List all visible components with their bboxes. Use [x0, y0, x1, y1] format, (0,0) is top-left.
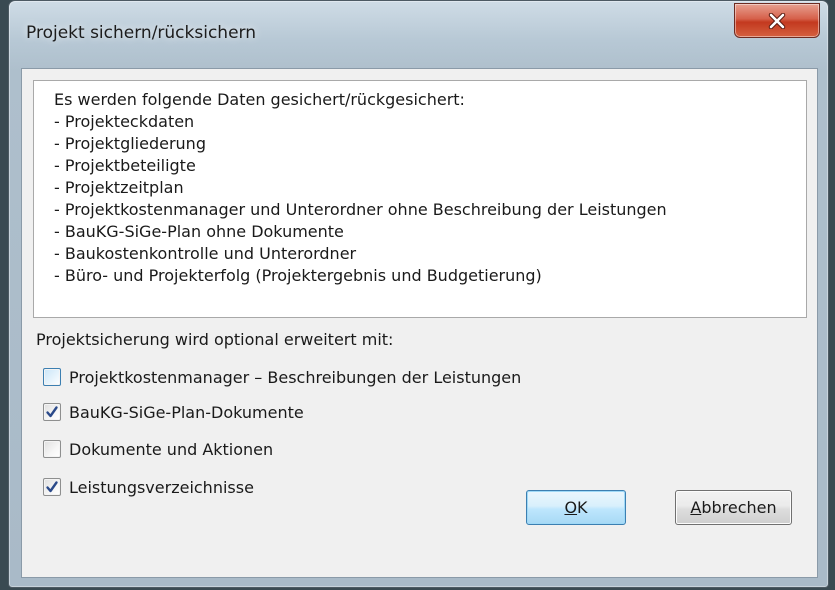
info-heading: Es werden folgende Daten gesichert/rückg…: [54, 90, 465, 109]
close-button[interactable]: [734, 3, 820, 38]
checkbox-box[interactable]: [43, 440, 61, 458]
checkbox-dokumente-aktionen[interactable]: Dokumente und Aktionen: [43, 438, 273, 460]
info-item: - Projekteckdaten: [54, 112, 195, 131]
ok-label-rest: K: [577, 498, 588, 517]
close-x-icon: [768, 12, 786, 29]
info-item: - Projektkostenmanager und Unterordner o…: [54, 200, 667, 219]
window-title: Projekt sichern/rücksichern: [26, 23, 256, 43]
checkbox-leistungsverzeichnisse[interactable]: Leistungsverzeichnisse: [43, 476, 254, 498]
check-mark-icon: [46, 481, 58, 493]
cancel-button[interactable]: Abbrechen: [675, 490, 792, 525]
dialog-client-area: Es werden folgende Daten gesichert/rückg…: [21, 68, 818, 578]
checkbox-sige-dokumente[interactable]: BauKG-SiGe-Plan-Dokumente: [43, 401, 304, 423]
title-bar[interactable]: Projekt sichern/rücksichern: [9, 1, 828, 67]
cancel-label-rest: bbrechen: [701, 498, 777, 517]
checkbox-box[interactable]: [43, 478, 61, 496]
check-mark-icon: [46, 406, 58, 418]
ok-button[interactable]: OK: [526, 490, 626, 525]
checkbox-pkm-beschreibungen[interactable]: Projektkostenmanager – Beschreibungen de…: [43, 366, 521, 388]
info-item: - Projektbeteiligte: [54, 156, 196, 175]
checkbox-label[interactable]: Dokumente und Aktionen: [69, 440, 273, 459]
info-item: - Projektzeitplan: [54, 178, 184, 197]
checkbox-label[interactable]: Projektkostenmanager – Beschreibungen de…: [69, 368, 521, 387]
backup-info-box: Es werden folgende Daten gesichert/rückg…: [33, 80, 807, 318]
checkbox-box[interactable]: [43, 403, 61, 421]
info-item: - Büro- und Projekterfolg (Projektergebn…: [54, 266, 542, 285]
checkbox-box[interactable]: [43, 368, 61, 386]
dialog-window: Projekt sichern/rücksichern Es werden fo…: [8, 0, 829, 588]
info-item: - BauKG-SiGe-Plan ohne Dokumente: [54, 222, 344, 241]
ok-access-key: O: [564, 498, 578, 517]
checkbox-label[interactable]: Leistungsverzeichnisse: [69, 478, 254, 497]
info-item: - Projektgliederung: [54, 134, 206, 153]
checkbox-label[interactable]: BauKG-SiGe-Plan-Dokumente: [69, 403, 304, 422]
options-label: Projektsicherung wird optional erweitert…: [36, 330, 394, 349]
info-item: - Baukostenkontrolle und Unterordner: [54, 244, 357, 263]
cancel-access-key: A: [690, 498, 702, 517]
